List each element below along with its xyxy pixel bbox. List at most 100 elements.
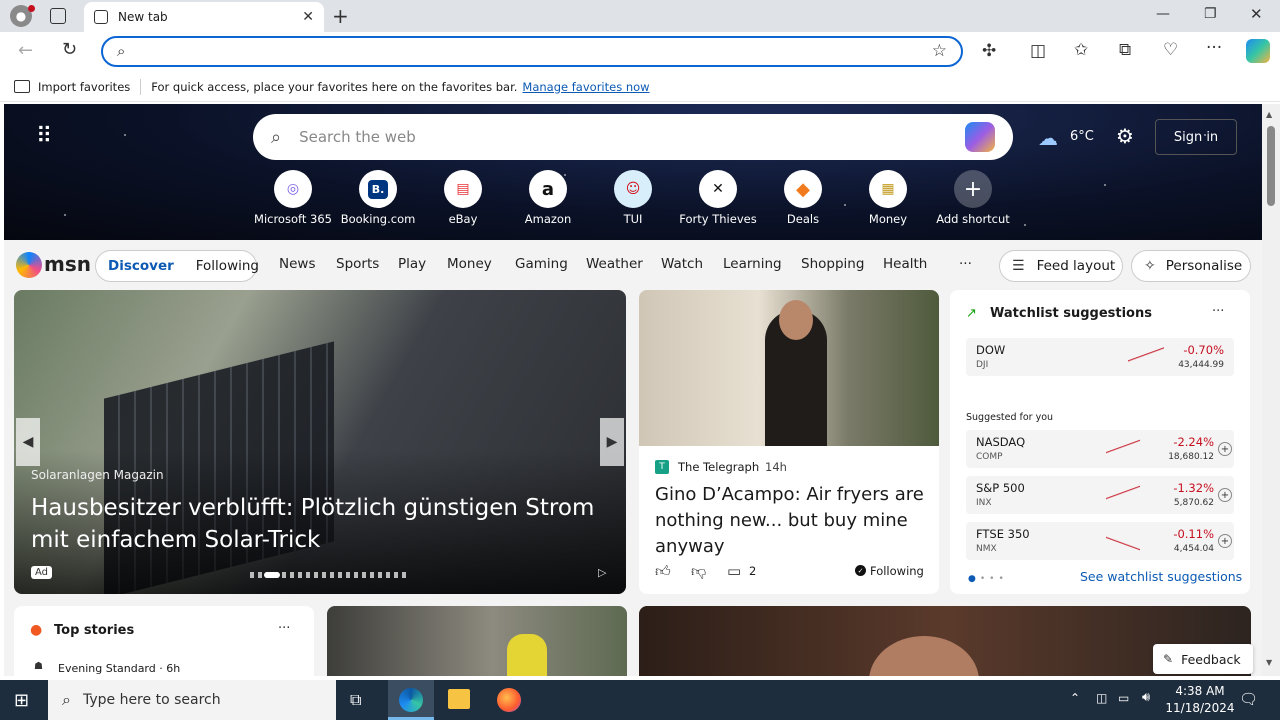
comment-icon[interactable]: ▭ <box>727 562 741 580</box>
favorite-star-icon[interactable]: ☆ <box>932 41 947 61</box>
close-window-icon[interactable]: ✕ <box>1250 5 1263 23</box>
top-stories-source[interactable]: Evening Standard · 6h <box>58 662 180 675</box>
msn-logo[interactable]: msn <box>44 252 91 276</box>
taskbar-search-box[interactable]: ⌕ Type here to search <box>48 680 336 720</box>
watchlist-more-icon[interactable]: ··· <box>1212 304 1224 319</box>
shortcut-forty-thieves[interactable]: ✕ Forty Thieves <box>676 170 760 226</box>
minimize-icon[interactable]: — <box>1156 6 1170 22</box>
following-label[interactable]: Following <box>870 564 924 578</box>
tab-actions-icon[interactable] <box>50 8 66 24</box>
feedback-button[interactable]: ✎ Feedback <box>1153 644 1253 674</box>
notifications-icon[interactable]: 🗨︎ <box>1239 690 1258 708</box>
tab-new-tab[interactable]: New tab ✕ <box>84 2 324 32</box>
close-tab-icon[interactable]: ✕ <box>302 9 314 25</box>
browser-essentials-icon[interactable]: ♡ <box>1163 40 1178 60</box>
carousel-prev-icon[interactable]: ◀ <box>16 418 40 466</box>
import-icon[interactable] <box>14 80 30 93</box>
nav-money[interactable]: Money <box>447 256 492 272</box>
clock-time[interactable]: 4:38 AM <box>1172 684 1228 698</box>
feed-layout-button[interactable]: ☰ Feed layout <box>999 250 1123 282</box>
collections-icon[interactable]: ⧉ <box>1119 40 1131 60</box>
page-scrollbar[interactable]: ▲ ▼ <box>1262 104 1280 676</box>
top-stories-more-icon[interactable]: ··· <box>278 621 290 636</box>
settings-gear-icon[interactable]: ⚙ <box>1116 124 1134 148</box>
firefox-icon[interactable] <box>497 688 521 712</box>
add-to-watchlist-icon[interactable]: + <box>1218 488 1232 502</box>
nav-play[interactable]: Play <box>398 256 426 272</box>
nav-shopping[interactable]: Shopping <box>801 256 864 272</box>
copilot-icon[interactable] <box>965 122 995 152</box>
copilot-icon[interactable] <box>1246 39 1270 63</box>
weather-temp[interactable]: 6°C <box>1070 129 1094 144</box>
more-menu-icon[interactable]: ··· <box>1206 38 1222 58</box>
clock-date[interactable]: 11/18/2024 <box>1164 701 1236 715</box>
watch-row-nasdaq[interactable]: NASDAQ COMP -2.24% 18,680.12 + <box>966 430 1234 468</box>
thumbs-up-icon[interactable]: 👍︎ <box>655 562 671 581</box>
extensions-icon[interactable]: ✣ <box>982 41 996 61</box>
shortcut-ebay[interactable]: ▤ eBay <box>421 170 505 226</box>
nav-watch[interactable]: Watch <box>661 256 703 272</box>
tab-discover[interactable]: Discover <box>108 258 174 274</box>
scroll-thumb[interactable] <box>1267 126 1275 206</box>
featured-carousel[interactable]: ◀ ▶ Solaranlagen Magazin Hausbesitzer ve… <box>14 290 626 594</box>
see-watchlist-link[interactable]: See watchlist suggestions <box>1080 569 1242 584</box>
split-screen-icon[interactable]: ◫ <box>1030 41 1046 61</box>
shortcut-money[interactable]: ▦ Money <box>846 170 930 226</box>
back-icon[interactable]: ← <box>18 40 33 61</box>
show-hidden-icons[interactable]: ⌃ <box>1070 691 1080 705</box>
refresh-icon[interactable]: ↻ <box>62 39 77 60</box>
shortcut-booking[interactable]: B. Booking.com <box>336 170 420 226</box>
add-shortcut-button[interactable]: + Add shortcut <box>931 170 1015 226</box>
favorites-icon[interactable]: ✩ <box>1074 40 1088 60</box>
new-tab-plus-icon[interactable]: + <box>332 4 349 28</box>
network-icon[interactable]: ▭ <box>1118 691 1129 705</box>
edge-icon[interactable] <box>399 688 423 712</box>
tab-following[interactable]: Following <box>196 258 259 274</box>
article-title[interactable]: Gino D’Acampo: Air fryers are nothing ne… <box>655 482 925 560</box>
volume-icon[interactable]: 🔊︎ <box>1142 690 1150 705</box>
add-to-watchlist-icon[interactable]: + <box>1218 442 1232 456</box>
shortcut-tui[interactable]: ☺ TUI <box>591 170 675 226</box>
article-age: 14h <box>765 460 787 474</box>
search-icon: ⌕ <box>271 126 282 148</box>
article-source[interactable]: The Telegraph <box>678 460 759 474</box>
article-card[interactable]: T The Telegraph · 14h Gino D’Acampo: Air… <box>639 290 939 594</box>
carousel-next-icon[interactable]: ▶ <box>600 418 624 466</box>
featured-title[interactable]: Hausbesitzer verblüfft: Plötzlich günsti… <box>31 492 616 556</box>
file-explorer-icon[interactable] <box>448 689 470 709</box>
windows-start-icon[interactable]: ⊞ <box>14 690 29 711</box>
top-stories-title[interactable]: Top stories <box>54 623 134 638</box>
watch-row-sp500[interactable]: S&P 500 INX -1.32% 5,870.62 + <box>966 476 1234 514</box>
weather-cloud-icon[interactable]: ☁ <box>1038 126 1058 150</box>
msn-logo-icon[interactable] <box>16 252 42 278</box>
web-search-box[interactable]: ⌕ Search the web <box>253 114 1013 160</box>
task-view-icon[interactable]: ⧉ <box>350 690 361 710</box>
pagination-dots[interactable]: ●••• <box>968 574 1008 584</box>
story-image-card[interactable] <box>327 606 627 676</box>
shortcut-deals[interactable]: ◆ Deals <box>761 170 845 226</box>
nav-health[interactable]: Health <box>883 256 927 272</box>
watch-row-ftse350[interactable]: FTSE 350 NMX -0.11% 4,454.04 + <box>966 522 1234 560</box>
shortcut-amazon[interactable]: a Amazon <box>506 170 590 226</box>
import-favorites-button[interactable]: Import favorites <box>38 80 130 94</box>
scroll-up-icon[interactable]: ▲ <box>1266 110 1272 119</box>
tray-app-icon[interactable]: ◫ <box>1096 691 1107 705</box>
address-bar[interactable]: ⌕ ☆ <box>101 36 963 67</box>
nav-sports[interactable]: Sports <box>336 256 379 272</box>
apps-launcher-icon[interactable]: ⠿ <box>36 124 52 149</box>
adchoices-icon[interactable]: ▷ <box>598 566 606 579</box>
restore-icon[interactable]: ❐ <box>1204 6 1217 22</box>
manage-favorites-link[interactable]: Manage favorites now <box>522 80 649 94</box>
shortcut-microsoft-365[interactable]: ◎ Microsoft 365 <box>251 170 335 226</box>
watch-row-dow[interactable]: DOW DJI -0.70% 43,444.99 <box>966 338 1234 376</box>
nav-learning[interactable]: Learning <box>723 256 782 272</box>
thumbs-down-icon[interactable]: 👎︎ <box>691 562 706 581</box>
personalise-button[interactable]: ✧ Personalise <box>1131 250 1251 282</box>
nav-weather[interactable]: Weather <box>586 256 643 272</box>
nav-gaming[interactable]: Gaming <box>515 256 568 272</box>
nav-more-icon[interactable]: ··· <box>959 256 972 272</box>
add-to-watchlist-icon[interactable]: + <box>1218 534 1232 548</box>
nav-news[interactable]: News <box>279 256 315 272</box>
scroll-down-icon[interactable]: ▼ <box>1266 658 1272 667</box>
sign-in-button[interactable]: Sign in <box>1155 119 1237 155</box>
